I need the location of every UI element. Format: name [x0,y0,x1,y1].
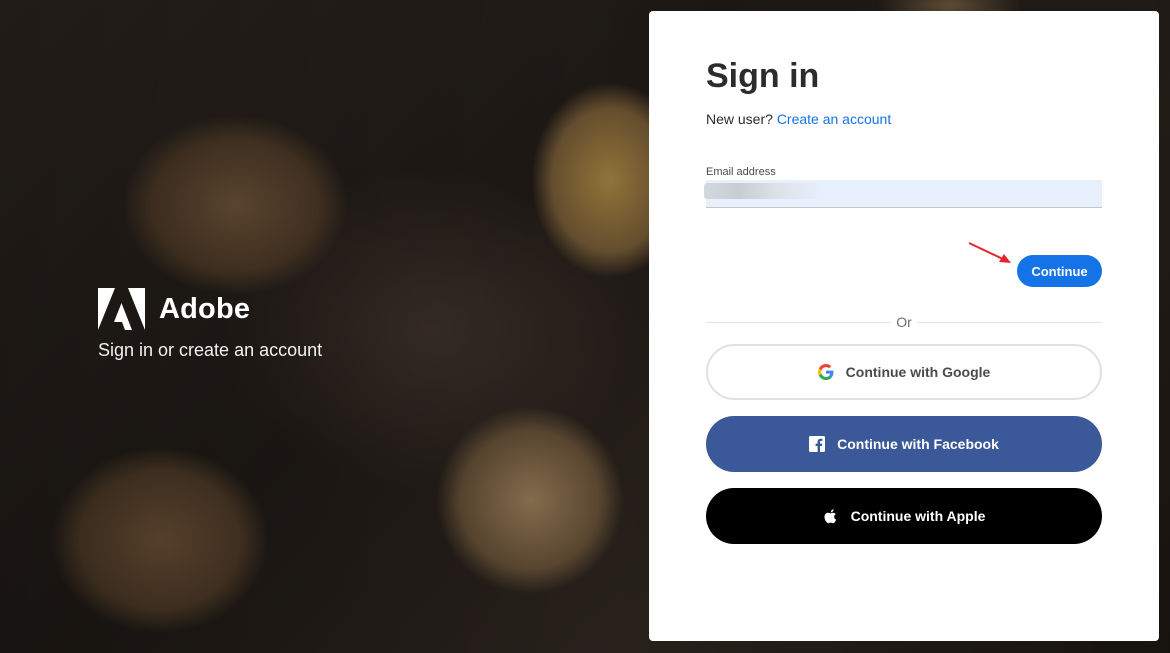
create-account-link[interactable]: Create an account [777,111,891,127]
signin-card: Sign in New user? Create an account Emai… [649,11,1159,641]
annotation-arrow-icon [968,242,1011,263]
divider-text: Or [896,314,912,330]
brand-name: Adobe [159,292,251,325]
facebook-button-label: Continue with Facebook [837,436,999,452]
new-user-row: New user? Create an account [706,111,891,127]
brand-panel: Adobe Sign in or create an account [98,288,322,361]
google-button-label: Continue with Google [845,364,991,380]
facebook-icon [809,436,826,452]
brand-tagline: Sign in or create an account [98,340,323,360]
adobe-logo-icon [98,288,145,330]
continue-with-facebook-button[interactable]: Continue with Facebook [706,416,1102,472]
page-title: Sign in [706,57,820,95]
or-divider: Or [706,313,1102,333]
continue-button[interactable]: Continue [1017,255,1102,287]
apple-icon [824,509,836,524]
google-icon [817,364,834,380]
brand-row: Adobe [98,288,322,330]
continue-with-google-button[interactable]: Continue with Google [706,344,1102,400]
continue-with-apple-button[interactable]: Continue with Apple [706,488,1102,544]
email-label: Email address [706,166,776,178]
apple-button-label: Continue with Apple [850,508,986,524]
redacted-email-blur [704,183,824,199]
new-user-prompt: New user? [706,111,773,127]
